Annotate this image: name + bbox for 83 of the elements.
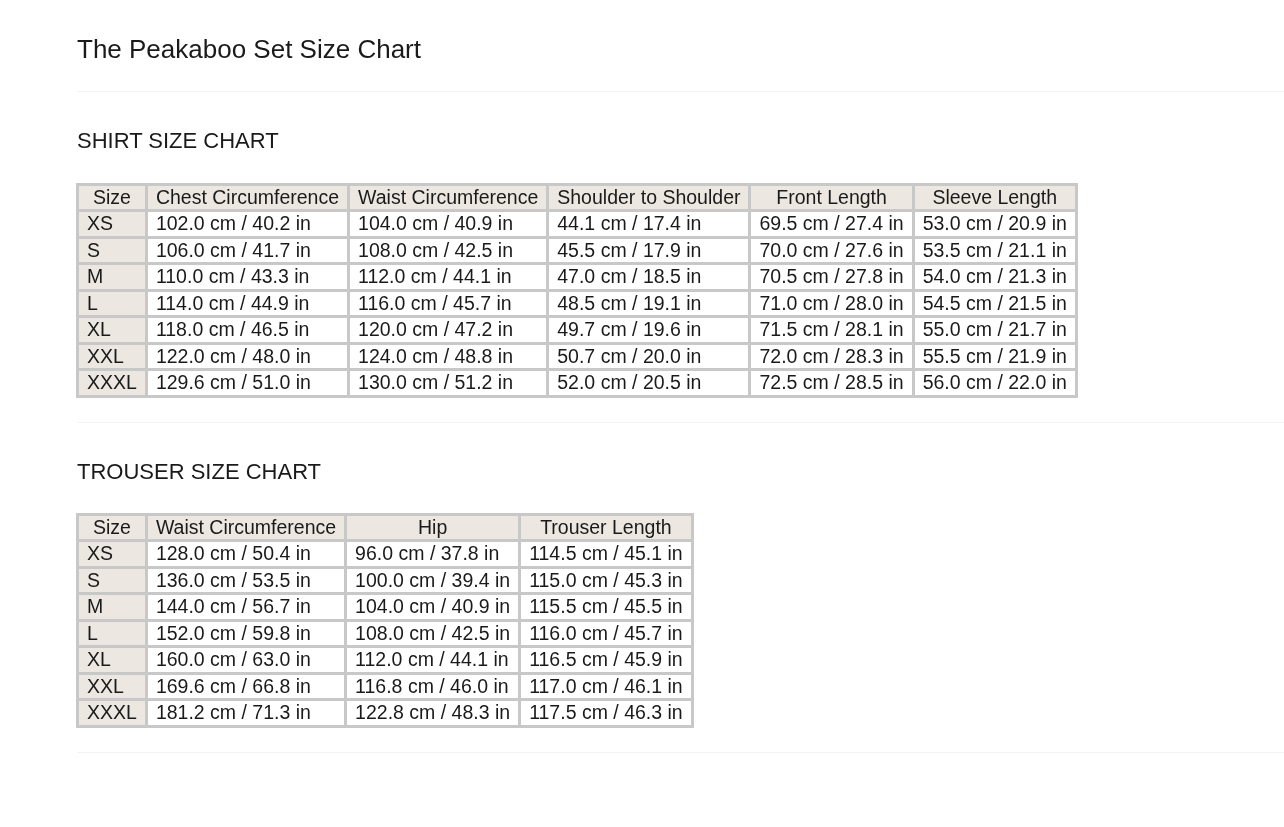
table-cell: 71.5 cm / 28.1 in [750,316,914,344]
table-cell: 100.0 cm / 39.4 in [345,567,520,594]
table-cell: 104.0 cm / 40.9 in [345,593,520,621]
table-cell: 115.5 cm / 45.5 in [519,593,693,621]
section-heading: TROUSER SIZE CHART [77,458,323,485]
table-cell: 169.6 cm / 66.8 in [146,673,346,700]
table-cell: 69.5 cm / 27.4 in [750,210,914,238]
table-cell: 54.0 cm / 21.3 in [913,263,1077,291]
table-cell: 70.5 cm / 27.8 in [750,263,914,291]
table-cell: 114.5 cm / 45.1 in [519,540,693,568]
size-cell: XL [77,646,147,674]
table-cell: 96.0 cm / 37.8 in [345,540,520,568]
table-cell: 129.6 cm / 51.0 in [146,369,349,397]
table-cell: 124.0 cm / 48.8 in [348,343,548,370]
table-cell: 45.5 cm / 17.9 in [547,237,750,264]
table-cell: 152.0 cm / 59.8 in [146,620,346,647]
size-cell: XXL [77,673,147,700]
column-header: Waist Circumference [348,184,548,211]
table-cell: 112.0 cm / 44.1 in [348,263,548,291]
column-header: Size [77,514,147,541]
size-cell: XXXL [77,699,147,727]
table-cell: 52.0 cm / 20.5 in [547,369,750,397]
size-cell: XS [77,210,147,238]
table-cell: 48.5 cm / 19.1 in [547,290,750,317]
column-header: Hip [345,514,520,541]
table-cell: 117.5 cm / 46.3 in [519,699,693,727]
table-cell: 71.0 cm / 28.0 in [750,290,914,317]
table-cell: 181.2 cm / 71.3 in [146,699,346,727]
page-title: The Peakaboo Set Size Chart [77,34,422,66]
section-heading: SHIRT SIZE CHART [77,128,280,155]
table-cell: 106.0 cm / 41.7 in [146,237,349,264]
table-cell: 108.0 cm / 42.5 in [345,620,520,647]
table-cell: 116.0 cm / 45.7 in [519,620,693,647]
table-cell: 54.5 cm / 21.5 in [913,290,1077,317]
table-cell: 122.8 cm / 48.3 in [345,699,520,727]
table-cell: 72.0 cm / 28.3 in [750,343,914,370]
size-cell: XXL [77,343,147,370]
table-cell: 116.8 cm / 46.0 in [345,673,520,700]
table-cell: 128.0 cm / 50.4 in [146,540,346,568]
size-cell: M [77,263,147,291]
table-cell: 114.0 cm / 44.9 in [146,290,349,317]
size-cell: L [77,290,147,317]
table-cell: 116.0 cm / 45.7 in [348,290,548,317]
table-cell: 108.0 cm / 42.5 in [348,237,548,264]
table-cell: 44.1 cm / 17.4 in [547,210,750,238]
size-cell: L [77,620,147,647]
size-cell: XL [77,316,147,344]
table-cell: 47.0 cm / 18.5 in [547,263,750,291]
table-cell: 56.0 cm / 22.0 in [913,369,1077,397]
table-cell: 53.5 cm / 21.1 in [913,237,1077,264]
table-cell: 122.0 cm / 48.0 in [146,343,349,370]
table-cell: 49.7 cm / 19.6 in [547,316,750,344]
size-cell: M [77,593,147,621]
table-cell: 70.0 cm / 27.6 in [750,237,914,264]
size-cell: S [77,237,147,264]
table-cell: 104.0 cm / 40.9 in [348,210,548,238]
column-header: Shoulder to Shoulder [547,184,750,211]
table-cell: 117.0 cm / 46.1 in [519,673,693,700]
table-cell: 102.0 cm / 40.2 in [146,210,349,238]
size-cell: XXXL [77,369,147,397]
column-header: Size [77,184,147,211]
table-cell: 112.0 cm / 44.1 in [345,646,520,674]
table-cell: 55.5 cm / 21.9 in [913,343,1077,370]
column-header: Sleeve Length [913,184,1077,211]
size-cell: XS [77,540,147,568]
table-cell: 160.0 cm / 63.0 in [146,646,346,674]
table-cell: 116.5 cm / 45.9 in [519,646,693,674]
table-cell: 110.0 cm / 43.3 in [146,263,349,291]
table-cell: 115.0 cm / 45.3 in [519,567,693,594]
column-header: Chest Circumference [146,184,349,211]
table-cell: 144.0 cm / 56.7 in [146,593,346,621]
size-cell: S [77,567,147,594]
table-cell: 55.0 cm / 21.7 in [913,316,1077,344]
column-header: Waist Circumference [146,514,346,541]
table-cell: 72.5 cm / 28.5 in [750,369,914,397]
table-cell: 136.0 cm / 53.5 in [146,567,346,594]
table-cell: 118.0 cm / 46.5 in [146,316,349,344]
table-cell: 50.7 cm / 20.0 in [547,343,750,370]
table-cell: 130.0 cm / 51.2 in [348,369,548,397]
column-header: Front Length [750,184,914,211]
column-header: Trouser Length [519,514,693,541]
table-cell: 53.0 cm / 20.9 in [913,210,1077,238]
table-cell: 120.0 cm / 47.2 in [348,316,548,344]
